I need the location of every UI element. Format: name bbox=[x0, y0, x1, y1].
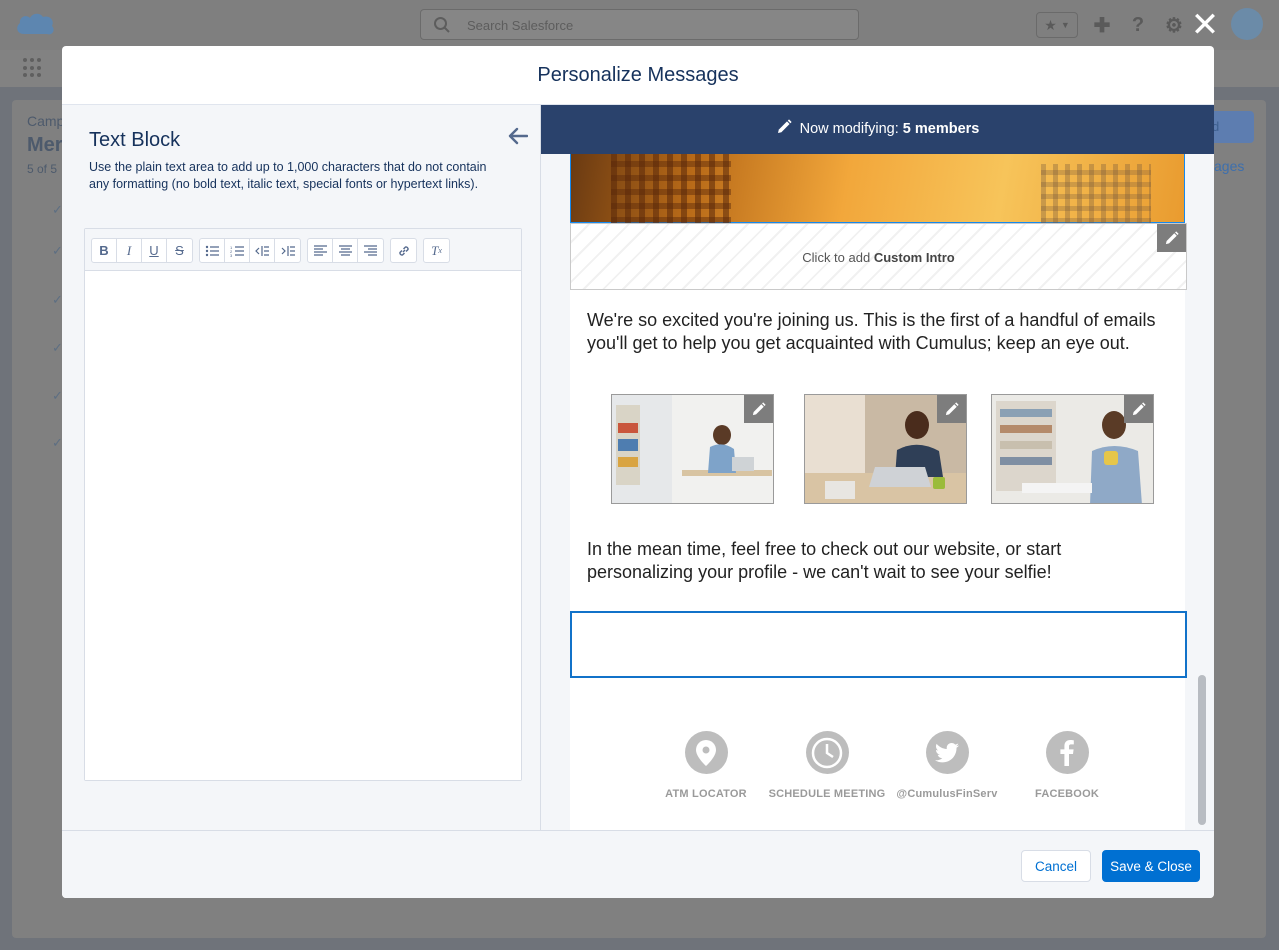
header-icons: ★ ▼ ✚ ? ⚙ bbox=[1036, 11, 1186, 39]
social-schedule-meeting[interactable]: SCHEDULE MEETING bbox=[767, 731, 887, 800]
gear-icon[interactable]: ⚙ bbox=[1162, 13, 1186, 37]
bulleted-list-icon[interactable] bbox=[200, 239, 225, 262]
photo-woman-mug[interactable] bbox=[991, 394, 1154, 504]
star-icon: ★ bbox=[1044, 16, 1057, 33]
modifying-banner: Now modifying: 5 members bbox=[541, 105, 1214, 154]
format-group: B I U S bbox=[91, 238, 193, 263]
svg-text:3: 3 bbox=[230, 253, 233, 257]
social-twitter[interactable]: @CumulusFinServ bbox=[887, 731, 1007, 800]
search-placeholder: Search Salesforce bbox=[467, 18, 574, 33]
text-block-input[interactable] bbox=[85, 271, 521, 780]
save-close-button[interactable]: Save & Close bbox=[1102, 850, 1200, 882]
social-label: @CumulusFinServ bbox=[896, 788, 998, 800]
social-label: FACEBOOK bbox=[1035, 788, 1099, 800]
twitter-icon bbox=[925, 731, 969, 774]
modal-footer: Cancel Save & Close bbox=[62, 830, 1214, 898]
edit-photo-button[interactable] bbox=[937, 395, 966, 423]
edit-photo-button[interactable] bbox=[1124, 395, 1153, 423]
back-arrow-icon[interactable] bbox=[508, 125, 529, 151]
selected-text-block[interactable] bbox=[570, 611, 1187, 678]
clear-format-icon[interactable]: Tx bbox=[424, 239, 449, 262]
pencil-icon bbox=[1165, 230, 1179, 244]
social-atm-locator[interactable]: ATM LOCATOR bbox=[646, 731, 766, 800]
hero-image[interactable] bbox=[570, 154, 1185, 223]
breadcrumb: Camp bbox=[27, 113, 65, 129]
pencil-icon bbox=[1132, 401, 1146, 415]
clear-group: Tx bbox=[423, 238, 450, 263]
align-right-icon[interactable] bbox=[358, 239, 383, 262]
avatar[interactable] bbox=[1231, 8, 1263, 40]
map-pin-icon bbox=[684, 731, 728, 774]
modal-title: Personalize Messages bbox=[62, 46, 1214, 105]
background-action-button[interactable]: d bbox=[1210, 111, 1254, 143]
email-preview-panel: Now modifying: 5 members Click to add Cu… bbox=[541, 105, 1214, 830]
numbered-list-icon[interactable]: 123 bbox=[225, 239, 250, 262]
align-center-icon[interactable] bbox=[333, 239, 358, 262]
pencil-icon bbox=[752, 401, 766, 415]
help-icon[interactable]: ? bbox=[1126, 13, 1150, 37]
clock-icon bbox=[805, 731, 849, 774]
social-label: SCHEDULE MEETING bbox=[768, 788, 886, 800]
custom-intro-block[interactable]: Click to add Custom Intro bbox=[570, 223, 1187, 290]
global-search[interactable]: Search Salesforce bbox=[420, 9, 859, 40]
text-block-panel: Text Block Use the plain text area to ad… bbox=[62, 105, 541, 830]
photo-desk-office[interactable] bbox=[611, 394, 774, 504]
facebook-icon bbox=[1045, 731, 1089, 774]
link-icon[interactable] bbox=[391, 239, 416, 262]
personalize-messages-modal: Personalize Messages Text Block Use the … bbox=[62, 46, 1214, 898]
edit-photo-button[interactable] bbox=[744, 395, 773, 423]
indent-icon[interactable] bbox=[275, 239, 300, 262]
app-header: Search Salesforce ★ ▼ ✚ ? ⚙ bbox=[0, 0, 1279, 50]
pencil-icon bbox=[776, 107, 792, 156]
link-group bbox=[390, 238, 417, 263]
favorites-button[interactable]: ★ ▼ bbox=[1036, 12, 1078, 38]
photo-laptop-woman[interactable] bbox=[804, 394, 967, 504]
rich-text-editor: B I U S 123 T x bbox=[84, 228, 522, 781]
add-icon[interactable]: ✚ bbox=[1090, 13, 1114, 37]
background-link[interactable]: ages bbox=[1214, 158, 1244, 174]
custom-intro-name: Custom Intro bbox=[873, 250, 955, 265]
italic-icon[interactable]: I bbox=[117, 239, 142, 262]
cancel-button[interactable]: Cancel bbox=[1021, 850, 1091, 882]
banner-count: 5 members bbox=[902, 121, 980, 137]
salesforce-cloud-logo bbox=[17, 13, 54, 35]
underline-icon[interactable]: U bbox=[142, 239, 167, 262]
align-left-icon[interactable] bbox=[308, 239, 333, 262]
email-paragraph-2: In the mean time, feel free to check out… bbox=[587, 539, 1062, 582]
email-paragraph-1: We're so excited you're joining us. This… bbox=[587, 310, 1156, 353]
app-launcher-icon[interactable] bbox=[23, 58, 43, 78]
bold-icon[interactable]: B bbox=[92, 239, 117, 262]
pencil-icon bbox=[945, 401, 959, 415]
custom-intro-prefix: Click to add bbox=[802, 250, 874, 265]
social-label: ATM LOCATOR bbox=[665, 788, 747, 800]
social-facebook[interactable]: FACEBOOK bbox=[1007, 731, 1127, 800]
item-count: 5 of 5 bbox=[27, 162, 58, 176]
panel-title: Text Block bbox=[89, 129, 181, 151]
panel-description: Use the plain text area to add up to 1,0… bbox=[89, 160, 487, 191]
align-group bbox=[307, 238, 384, 263]
preview-scrollbar[interactable] bbox=[1198, 675, 1206, 825]
outdent-icon[interactable] bbox=[250, 239, 275, 262]
page-title: Mer bbox=[27, 134, 63, 156]
search-icon bbox=[434, 17, 450, 33]
strikethrough-icon[interactable]: S bbox=[167, 239, 192, 262]
editor-toolbar: B I U S 123 T x bbox=[85, 229, 521, 271]
close-icon[interactable]: ✕ bbox=[1188, 8, 1222, 42]
edit-intro-button[interactable] bbox=[1157, 224, 1186, 252]
chevron-down-icon: ▼ bbox=[1060, 20, 1070, 30]
banner-prefix: Now modifying: bbox=[799, 121, 903, 137]
list-group: 123 bbox=[199, 238, 301, 263]
email-canvas: Click to add Custom Intro We're so excit… bbox=[570, 154, 1187, 830]
